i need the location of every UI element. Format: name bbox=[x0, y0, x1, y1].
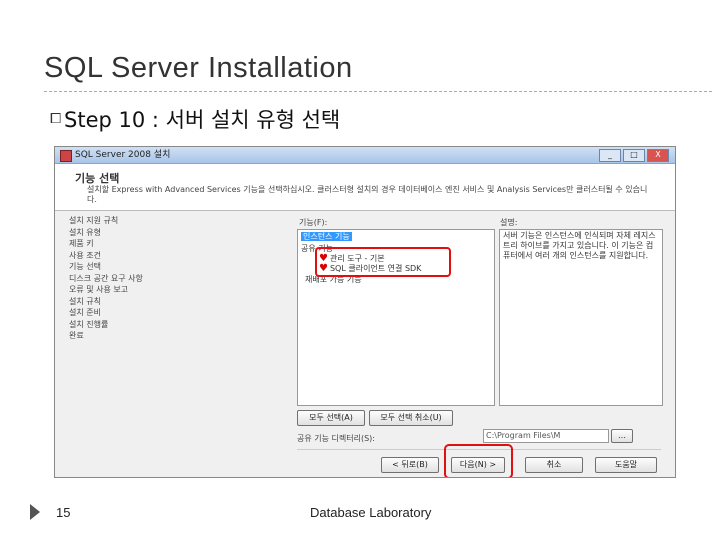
square-bullet-icon: ⧠ bbox=[50, 111, 62, 127]
browse-button[interactable]: … bbox=[611, 429, 633, 443]
app-icon bbox=[60, 150, 72, 162]
footer-text: Database Laboratory bbox=[310, 505, 432, 520]
unselect-all-button[interactable]: 모두 선택 취소(U) bbox=[369, 410, 453, 426]
minimize-button[interactable]: _ bbox=[599, 149, 621, 162]
cancel-button[interactable]: 취소 bbox=[525, 457, 583, 473]
description-text: 서버 기능은 인스턴스에 인식되며 자체 레지스트리 하이브를 가지고 있습니다… bbox=[503, 231, 656, 260]
step-item[interactable]: 설치 규칙 bbox=[69, 296, 289, 308]
help-button[interactable]: 도움말 bbox=[595, 457, 657, 473]
step-item[interactable]: 제품 키 bbox=[69, 238, 289, 250]
page-title: 기능 선택 bbox=[75, 172, 120, 185]
shared-dir-input[interactable]: C:\Program Files\M bbox=[483, 429, 609, 443]
installer-screenshot: SQL Server 2008 설치 _ □ X 기능 선택 설치할 Expre… bbox=[54, 146, 676, 478]
close-button[interactable]: X bbox=[647, 149, 669, 162]
window-title: SQL Server 2008 설치 bbox=[75, 150, 171, 160]
setup-steps-list: 설치 지원 규칙 설치 유형 제품 키 사용 조건 기능 선택 디스크 공간 요… bbox=[69, 215, 289, 342]
title-divider bbox=[44, 91, 712, 92]
step-item[interactable]: 설치 유형 bbox=[69, 227, 289, 239]
back-button[interactable]: < 뒤로(B) bbox=[381, 457, 439, 473]
shared-dir-label: 공유 기능 디렉터리(S): bbox=[297, 434, 375, 443]
step-item[interactable]: 기능 선택 bbox=[69, 261, 289, 273]
maximize-button[interactable]: □ bbox=[623, 149, 645, 162]
slide-title: SQL Server Installation bbox=[44, 52, 353, 84]
step-item[interactable]: 설치 준비 bbox=[69, 307, 289, 319]
highlight-box bbox=[315, 247, 451, 277]
step-item[interactable]: 오류 및 사용 보고 bbox=[69, 284, 289, 296]
footer-arrow-icon bbox=[30, 504, 40, 520]
step-item[interactable]: 사용 조건 bbox=[69, 250, 289, 262]
step-item[interactable]: 디스크 공간 요구 사항 bbox=[69, 273, 289, 285]
step-heading: Step 10 : 서버 설치 유형 선택 bbox=[64, 108, 341, 132]
next-highlight-box bbox=[444, 444, 513, 477]
select-all-button[interactable]: 모두 선택(A) bbox=[297, 410, 365, 426]
step-item[interactable]: 설치 진행률 bbox=[69, 319, 289, 331]
description-label: 설명: bbox=[500, 218, 518, 227]
step-item[interactable]: 설치 지원 규칙 bbox=[69, 215, 289, 227]
features-label: 기능(F): bbox=[299, 218, 328, 227]
window-titlebar: SQL Server 2008 설치 _ □ X bbox=[55, 147, 675, 164]
page-number: 15 bbox=[56, 505, 71, 520]
page-description: 설치할 Express with Advanced Services 기능을 선… bbox=[87, 185, 648, 204]
feature-instance[interactable]: 인스턴스 기능 bbox=[301, 231, 352, 242]
feature-label: 인스턴스 기능 bbox=[301, 232, 352, 241]
step-item[interactable]: 완료 bbox=[69, 330, 289, 342]
page-header: 기능 선택 설치할 Express with Advanced Services… bbox=[55, 164, 675, 211]
